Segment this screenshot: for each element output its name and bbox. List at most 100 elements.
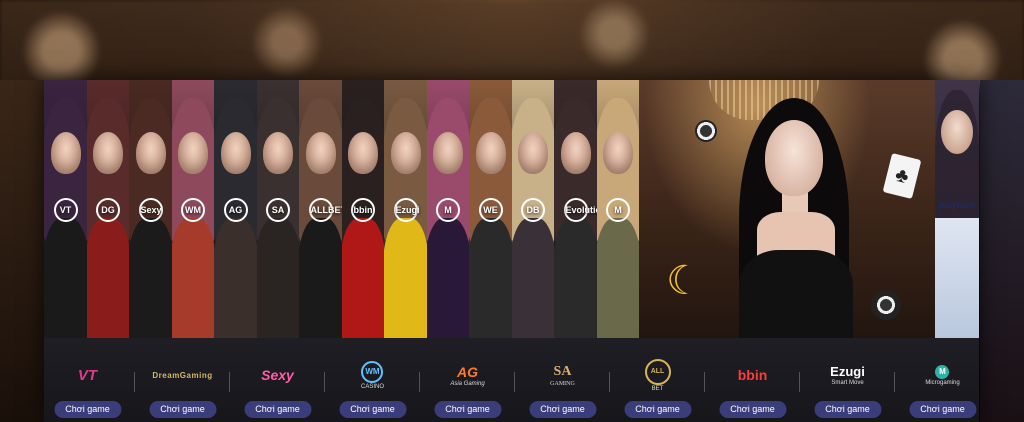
provider-logo[interactable]: M Microgaming bbox=[895, 360, 979, 390]
dealer-strip[interactable]: WE bbox=[469, 80, 513, 338]
provider-item: DreamGaming Chơi game bbox=[135, 338, 230, 422]
dealer-strip[interactable]: M bbox=[596, 80, 641, 338]
provider-subtitle: GAMING bbox=[550, 380, 575, 387]
strip-provider-logo: M bbox=[427, 198, 470, 222]
dealer-strip[interactable]: Ezugi bbox=[384, 80, 428, 338]
play-game-button[interactable]: Chơi game bbox=[529, 401, 596, 418]
dealer-strip-playtech[interactable]: playtech bbox=[935, 80, 979, 338]
strip-provider-logo: Ezugi bbox=[384, 198, 427, 222]
provider-logo-text: Ezugi Smart Move bbox=[830, 364, 865, 386]
dealer-face bbox=[50, 132, 81, 174]
dealer-face bbox=[433, 132, 463, 174]
provider-logo[interactable]: ALL BET bbox=[610, 358, 705, 392]
provider-item: AG Asia Gaming Chơi game bbox=[420, 338, 515, 422]
provider-logo[interactable]: VT bbox=[44, 360, 135, 390]
provider-logo-text: Sexy bbox=[261, 367, 294, 383]
provider-subtitle: Asia Gaming bbox=[450, 380, 485, 387]
dealer-strip[interactable]: VT bbox=[44, 80, 88, 338]
provider-item: M Microgaming Chơi game bbox=[895, 338, 979, 422]
dealer-strip[interactable]: ALLBET bbox=[299, 80, 343, 338]
dealer-face bbox=[941, 110, 973, 154]
strip-provider-logo: WE bbox=[469, 198, 512, 222]
provider-name: bbin bbox=[737, 367, 768, 383]
live-casino-panel: VT DG Sexy WM AG SA ALLBET bbin Ezugi M WE DB Evolut… bbox=[44, 80, 979, 422]
provider-name: AG bbox=[456, 363, 478, 380]
provider-name: ALL bbox=[644, 358, 671, 385]
dealer-strip[interactable]: Evolution bbox=[554, 80, 598, 338]
dealer-strip[interactable]: DB bbox=[511, 80, 556, 338]
dealer-outfit bbox=[554, 218, 597, 338]
dealer-face bbox=[475, 132, 506, 174]
provider-name: Sexy bbox=[261, 367, 294, 383]
dealer-strip[interactable]: AG bbox=[214, 80, 258, 338]
dealer-outfit bbox=[171, 218, 215, 338]
provider-logo-badge: ALLBET bbox=[308, 198, 342, 222]
hero-dealer-banner[interactable]: ♣ ☾ bbox=[639, 80, 935, 338]
play-game-button[interactable]: Chơi game bbox=[434, 401, 501, 418]
provider-logo[interactable]: WM CASINO bbox=[325, 360, 420, 390]
provider-logo-badge: AG bbox=[223, 198, 248, 222]
provider-logo-badge: Evolution bbox=[563, 198, 597, 222]
dealer-face bbox=[348, 132, 378, 174]
dealer-strip[interactable]: bbin bbox=[341, 80, 386, 338]
play-game-button[interactable]: Chơi game bbox=[814, 401, 881, 418]
provider-logo-badge: VT bbox=[53, 198, 78, 222]
provider-name: VT bbox=[77, 366, 98, 384]
dealer-outfit bbox=[86, 218, 130, 338]
play-game-button[interactable]: Chơi game bbox=[719, 401, 786, 418]
play-game-button[interactable]: Chơi game bbox=[339, 401, 406, 418]
dealer-strip[interactable]: M bbox=[426, 80, 471, 338]
dealer-dress bbox=[739, 250, 853, 338]
provider-item: WM CASINO Chơi game bbox=[325, 338, 420, 422]
provider-logo[interactable]: Sexy bbox=[230, 360, 325, 390]
provider-logo-badge: WM bbox=[181, 198, 205, 222]
provider-logo-text: SA GAMING bbox=[550, 364, 575, 387]
provider-logo[interactable]: Ezugi Smart Move bbox=[800, 360, 895, 390]
dealer-outfit bbox=[44, 218, 87, 338]
dealer-face bbox=[518, 132, 548, 174]
casino-chip-icon bbox=[695, 120, 717, 142]
play-game-button[interactable]: Chơi game bbox=[624, 401, 691, 418]
dealer-outfit bbox=[469, 218, 512, 338]
strip-provider-logo: AG bbox=[214, 198, 257, 222]
background-right-edge bbox=[980, 80, 1024, 422]
dealer-strip[interactable]: WM bbox=[171, 80, 216, 338]
dealer-outfit bbox=[341, 218, 385, 338]
dealer-face bbox=[765, 120, 823, 196]
provider-logo-badge: M bbox=[436, 198, 460, 222]
provider-logo-text: VT bbox=[78, 367, 97, 384]
provider-bar: VT Chơi game DreamGaming Chơi game Sexy Chơi … bbox=[44, 338, 979, 422]
provider-logo-badge: Sexy bbox=[138, 198, 163, 222]
dealer-strip[interactable]: Sexy bbox=[129, 80, 173, 338]
provider-logo[interactable]: AG Asia Gaming bbox=[420, 360, 515, 390]
strip-provider-logo: DG bbox=[87, 198, 130, 222]
provider-logo-text: bbin bbox=[738, 367, 768, 383]
play-game-button[interactable]: Chơi game bbox=[909, 401, 976, 418]
dealer-outfit bbox=[511, 218, 555, 338]
provider-subtitle: Smart Move bbox=[831, 380, 864, 386]
playing-card-icon: ♣ bbox=[882, 152, 922, 200]
provider-logo[interactable]: DreamGaming bbox=[135, 360, 230, 390]
provider-item: ALL BET Chơi game bbox=[610, 338, 705, 422]
play-game-button[interactable]: Chơi game bbox=[149, 401, 216, 418]
provider-logo-badge: WE bbox=[478, 198, 503, 222]
strip-provider-logo: VT bbox=[44, 198, 87, 222]
dealer-face bbox=[390, 132, 421, 174]
provider-logo-text: M Microgaming bbox=[925, 364, 960, 386]
provider-logo[interactable]: bbin bbox=[705, 360, 800, 390]
dealer-strip[interactable]: SA bbox=[256, 80, 301, 338]
provider-subtitle: CASINO bbox=[360, 383, 384, 390]
dealer-outfit bbox=[256, 218, 300, 338]
provider-logo-badge: DB bbox=[521, 198, 545, 222]
provider-logo[interactable]: SA GAMING bbox=[515, 360, 610, 390]
strip-provider-logo: WM bbox=[172, 198, 215, 222]
provider-name: Ezugi bbox=[830, 364, 865, 379]
provider-logo-text: WM CASINO bbox=[360, 360, 384, 390]
play-game-button[interactable]: Chơi game bbox=[244, 401, 311, 418]
provider-item: Ezugi Smart Move Chơi game bbox=[800, 338, 895, 422]
play-game-button[interactable]: Chơi game bbox=[54, 401, 121, 418]
dealer-face bbox=[603, 132, 633, 174]
dealer-strip[interactable]: DG bbox=[86, 80, 131, 338]
dealer-face bbox=[178, 132, 208, 174]
provider-subtitle: Microgaming bbox=[925, 379, 960, 386]
